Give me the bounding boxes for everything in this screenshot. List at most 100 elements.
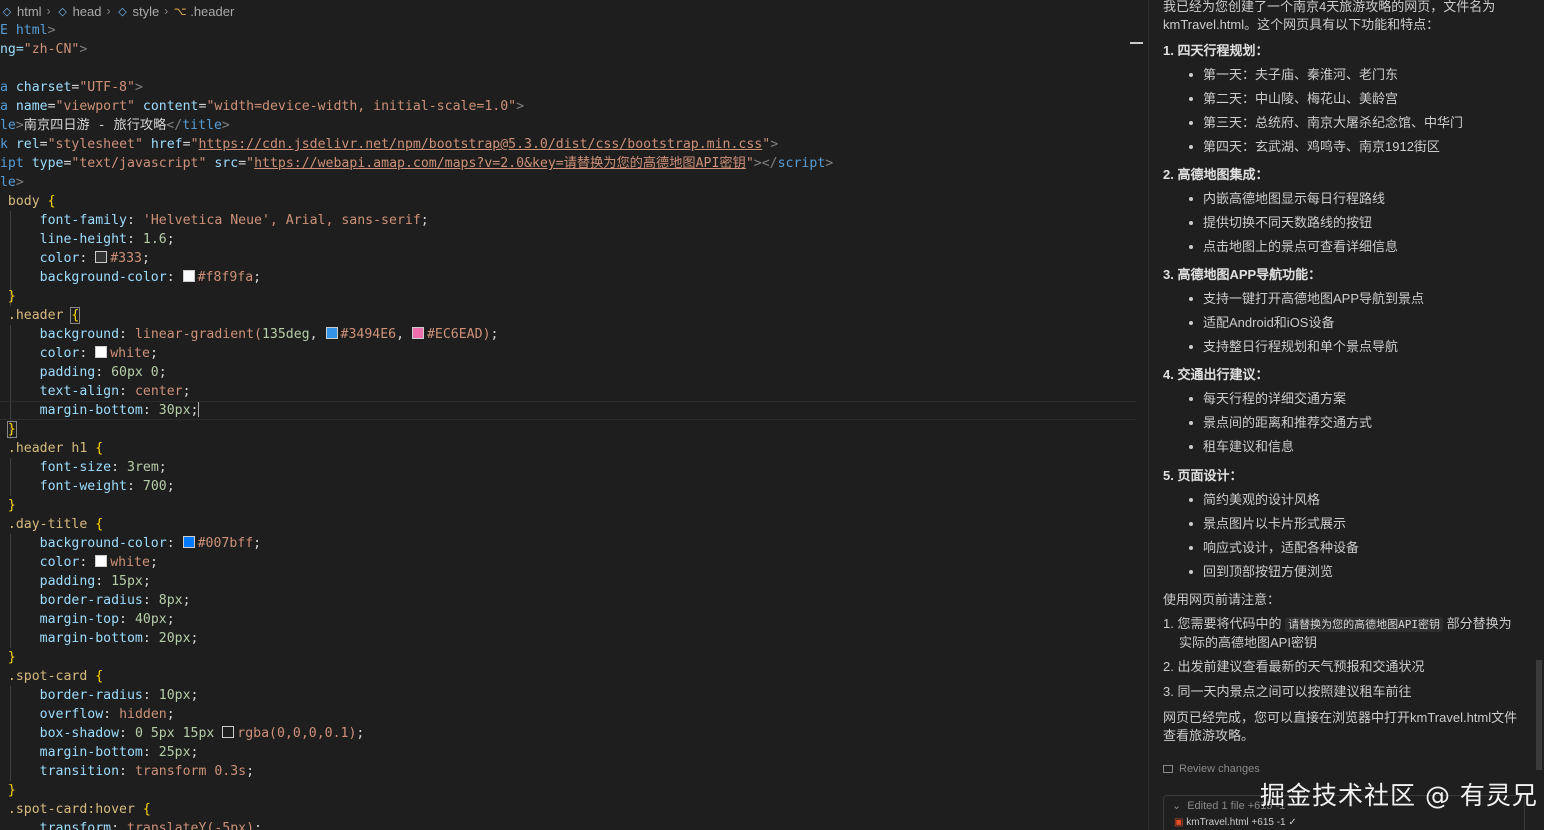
outro-text: 网页已经完成，您可以直接在浏览器中打开kmTravel.html文件查看旅游攻略… — [1163, 710, 1518, 743]
list-item: 简约美观的设计风格 — [1163, 491, 1528, 509]
code-line: yle> — [0, 175, 24, 190]
chevron-right-icon: › — [46, 4, 51, 18]
code-line: padding: 15px; — [39, 574, 151, 589]
code-line: border-radius: 10px; — [39, 688, 199, 703]
section-title: 1. 四天行程规划： — [1163, 43, 1269, 58]
code-line: color: #333; — [39, 251, 150, 266]
list-item: 景点间的距离和推荐交通方式 — [1163, 414, 1528, 432]
list-item: 内嵌高德地图显示每日行程路线 — [1163, 190, 1528, 208]
code-line: text-align: center; — [39, 384, 191, 399]
list-item: 提供切换不同天数路线的按钮 — [1163, 214, 1528, 232]
chevron-right-icon: › — [106, 4, 111, 18]
chevron-right-icon: › — [164, 4, 169, 18]
color-swatch[interactable] — [95, 346, 108, 358]
code-line: background-color: #007bff; — [39, 536, 262, 551]
color-swatch[interactable] — [325, 327, 338, 339]
code-line: body { — [7, 194, 56, 209]
code-line: ript type="text/javascript" src="https:/… — [0, 156, 834, 171]
cube-icon: ◇ — [118, 5, 127, 18]
note-item: 3. 同一天内景点之间可以按照建议租车前往 — [1163, 684, 1412, 699]
list-item: 点击地图上的景点可查看详细信息 — [1163, 238, 1528, 256]
code-line: font-family: 'Helvetica Neue', Arial, sa… — [39, 213, 429, 228]
code-line: box-shadow: 0 5px 15px rgba(0,0,0,0.1); — [39, 726, 365, 741]
cube-icon: ◇ — [2, 5, 12, 18]
code-line: } — [7, 783, 16, 798]
color-swatch[interactable] — [411, 327, 424, 339]
list-item: 支持整日行程规划和单个景点导航 — [1163, 338, 1528, 356]
code-line: transform: translateY(-5px); — [39, 821, 262, 830]
watermark-text: 掘金技术社区 @ 有灵兄 — [1260, 781, 1538, 810]
chat-panel: 我已经为您创建了一个南京4天旅游攻略的网页，文件名为kmTravel.html。… — [1149, 0, 1544, 830]
section-title: 4. 交通出行建议： — [1163, 367, 1269, 382]
list-item: 适配Android和iOS设备 — [1163, 314, 1528, 332]
note-item: 2. 出发前建议查看最新的天气预报和交通状况 — [1163, 659, 1425, 674]
code-line: margin-bottom: 20px; — [39, 631, 199, 646]
color-swatch[interactable] — [95, 555, 108, 567]
code-line: ta name="viewport" content="width=device… — [0, 99, 525, 114]
section-itinerary: 1. 四天行程规划： 第一天：夫子庙、秦淮河、老门东 第二天：中山陵、梅花山、美… — [1163, 42, 1528, 156]
list-item: 第四天：玄武湖、鸡鸣寺、南京1912街区 — [1163, 138, 1528, 156]
section-title: 3. 高德地图APP导航功能： — [1163, 267, 1322, 282]
code-line: margin-bottom: 25px; — [39, 745, 199, 760]
code-line: } — [7, 498, 16, 513]
code-line: .spot-card { — [7, 669, 104, 684]
code-line: background: linear-gradient(135deg, #349… — [39, 327, 499, 342]
code-line: .header { — [7, 307, 81, 324]
breadcrumb: ◇ html › ◇ head › ◇ style › ⌥ .header — [0, 0, 1148, 22]
breadcrumb-item-head[interactable]: ◇ head — [56, 4, 101, 19]
section-design: 5. 页面设计： 简约美观的设计风格 景点图片以卡片形式展示 响应式设计，适配各… — [1163, 467, 1528, 581]
code-line: PE html> — [0, 23, 56, 38]
code-line: transition: transform 0.3s; — [39, 764, 255, 779]
color-swatch[interactable] — [182, 536, 195, 548]
code-line: .header h1 { — [7, 441, 104, 456]
list-item: 回到顶部按钮方便浏览 — [1163, 563, 1528, 581]
code-line: background-color: #f8f9fa; — [39, 270, 262, 285]
code-link[interactable]: https://webapi.amap.com/maps?v=2.0&key=请… — [254, 156, 746, 171]
inline-code: 请替换为您的高德地图API密钥 — [1285, 617, 1443, 632]
code-line: tle>南京四日游 - 旅行攻略</title> — [0, 118, 230, 133]
text-cursor — [198, 401, 200, 417]
code-line: overflow: hidden; — [39, 707, 175, 722]
list-item: 租车建议和信息 — [1163, 438, 1528, 456]
list-item: 第一天：夫子庙、秦淮河、老门东 — [1163, 66, 1528, 84]
breadcrumb-item-style[interactable]: ◇ style — [115, 4, 159, 19]
section-map: 2. 高德地图集成： 内嵌高德地图显示每日行程路线 提供切换不同天数路线的按钮 … — [1163, 166, 1528, 256]
code-line: ta charset="UTF-8"> — [0, 80, 143, 95]
code-line: margin-top: 40px; — [39, 612, 175, 627]
code-line: ang="zh-CN"> — [0, 42, 88, 57]
breadcrumb-item-header[interactable]: ⌥ .header — [173, 4, 234, 19]
code-line: border-radius: 8px; — [39, 593, 191, 608]
code-line: padding: 60px 0; — [39, 365, 167, 380]
code-editor[interactable]: ◇html › ◇head › ◇style › ⌥.header PE htm… — [0, 0, 1148, 830]
color-swatch[interactable] — [222, 726, 235, 738]
code-line: } — [7, 289, 16, 304]
collapse-icon[interactable] — [1130, 42, 1143, 44]
color-swatch[interactable] — [95, 251, 108, 263]
edited-file-row[interactable]: ▣ kmTravel.html +615 -1 ✓ — [1164, 815, 1524, 830]
breadcrumb-item-html[interactable]: ◇ html — [0, 4, 42, 19]
review-icon — [1163, 765, 1173, 773]
code-line: .day-title { — [7, 517, 104, 532]
list-item: 第二天：中山陵、梅花山、美龄宫 — [1163, 90, 1528, 108]
code-line: color: white; — [39, 555, 158, 570]
code-line: line-height: 1.6; — [39, 232, 175, 247]
list-item: 支持一键打开高德地图APP导航到景点 — [1163, 290, 1528, 308]
section-navigation: 3. 高德地图APP导航功能： 支持一键打开高德地图APP导航到景点 适配And… — [1163, 266, 1528, 356]
notes-title: 使用网页前请注意： — [1163, 592, 1281, 607]
intro-text: 我已经为您创建了一个南京4天旅游攻略的网页，文件名为kmTravel.html。… — [1163, 0, 1496, 32]
note-item: 1. 您需要将代码中的 请替换为您的高德地图API密钥 部分替换为 实际的高德地… — [1163, 616, 1512, 650]
chevron-down-icon: ⌄ — [1172, 800, 1182, 812]
section-title: 5. 页面设计： — [1163, 468, 1243, 483]
code-link[interactable]: https://cdn.jsdelivr.net/npm/bootstrap@5… — [199, 137, 763, 152]
review-changes-button[interactable]: Review changes — [1163, 763, 1528, 775]
chat-scrollbar[interactable] — [1536, 660, 1542, 770]
code-line-active: margin-bottom: 30px; — [0, 401, 1137, 420]
code-line: nk rel="stylesheet" href="https://cdn.js… — [0, 137, 779, 152]
color-swatch[interactable] — [182, 270, 195, 282]
list-item: 响应式设计，适配各种设备 — [1163, 539, 1528, 557]
section-title: 2. 高德地图集成： — [1163, 167, 1269, 182]
code-line: } — [7, 650, 16, 665]
list-item: 第三天：总统府、南京大屠杀纪念馆、中华门 — [1163, 114, 1528, 132]
code-lines[interactable]: PE html> ang="zh-CN"> ta charset="UTF-8"… — [0, 21, 1137, 830]
list-item: 每天行程的详细交通方案 — [1163, 390, 1528, 408]
